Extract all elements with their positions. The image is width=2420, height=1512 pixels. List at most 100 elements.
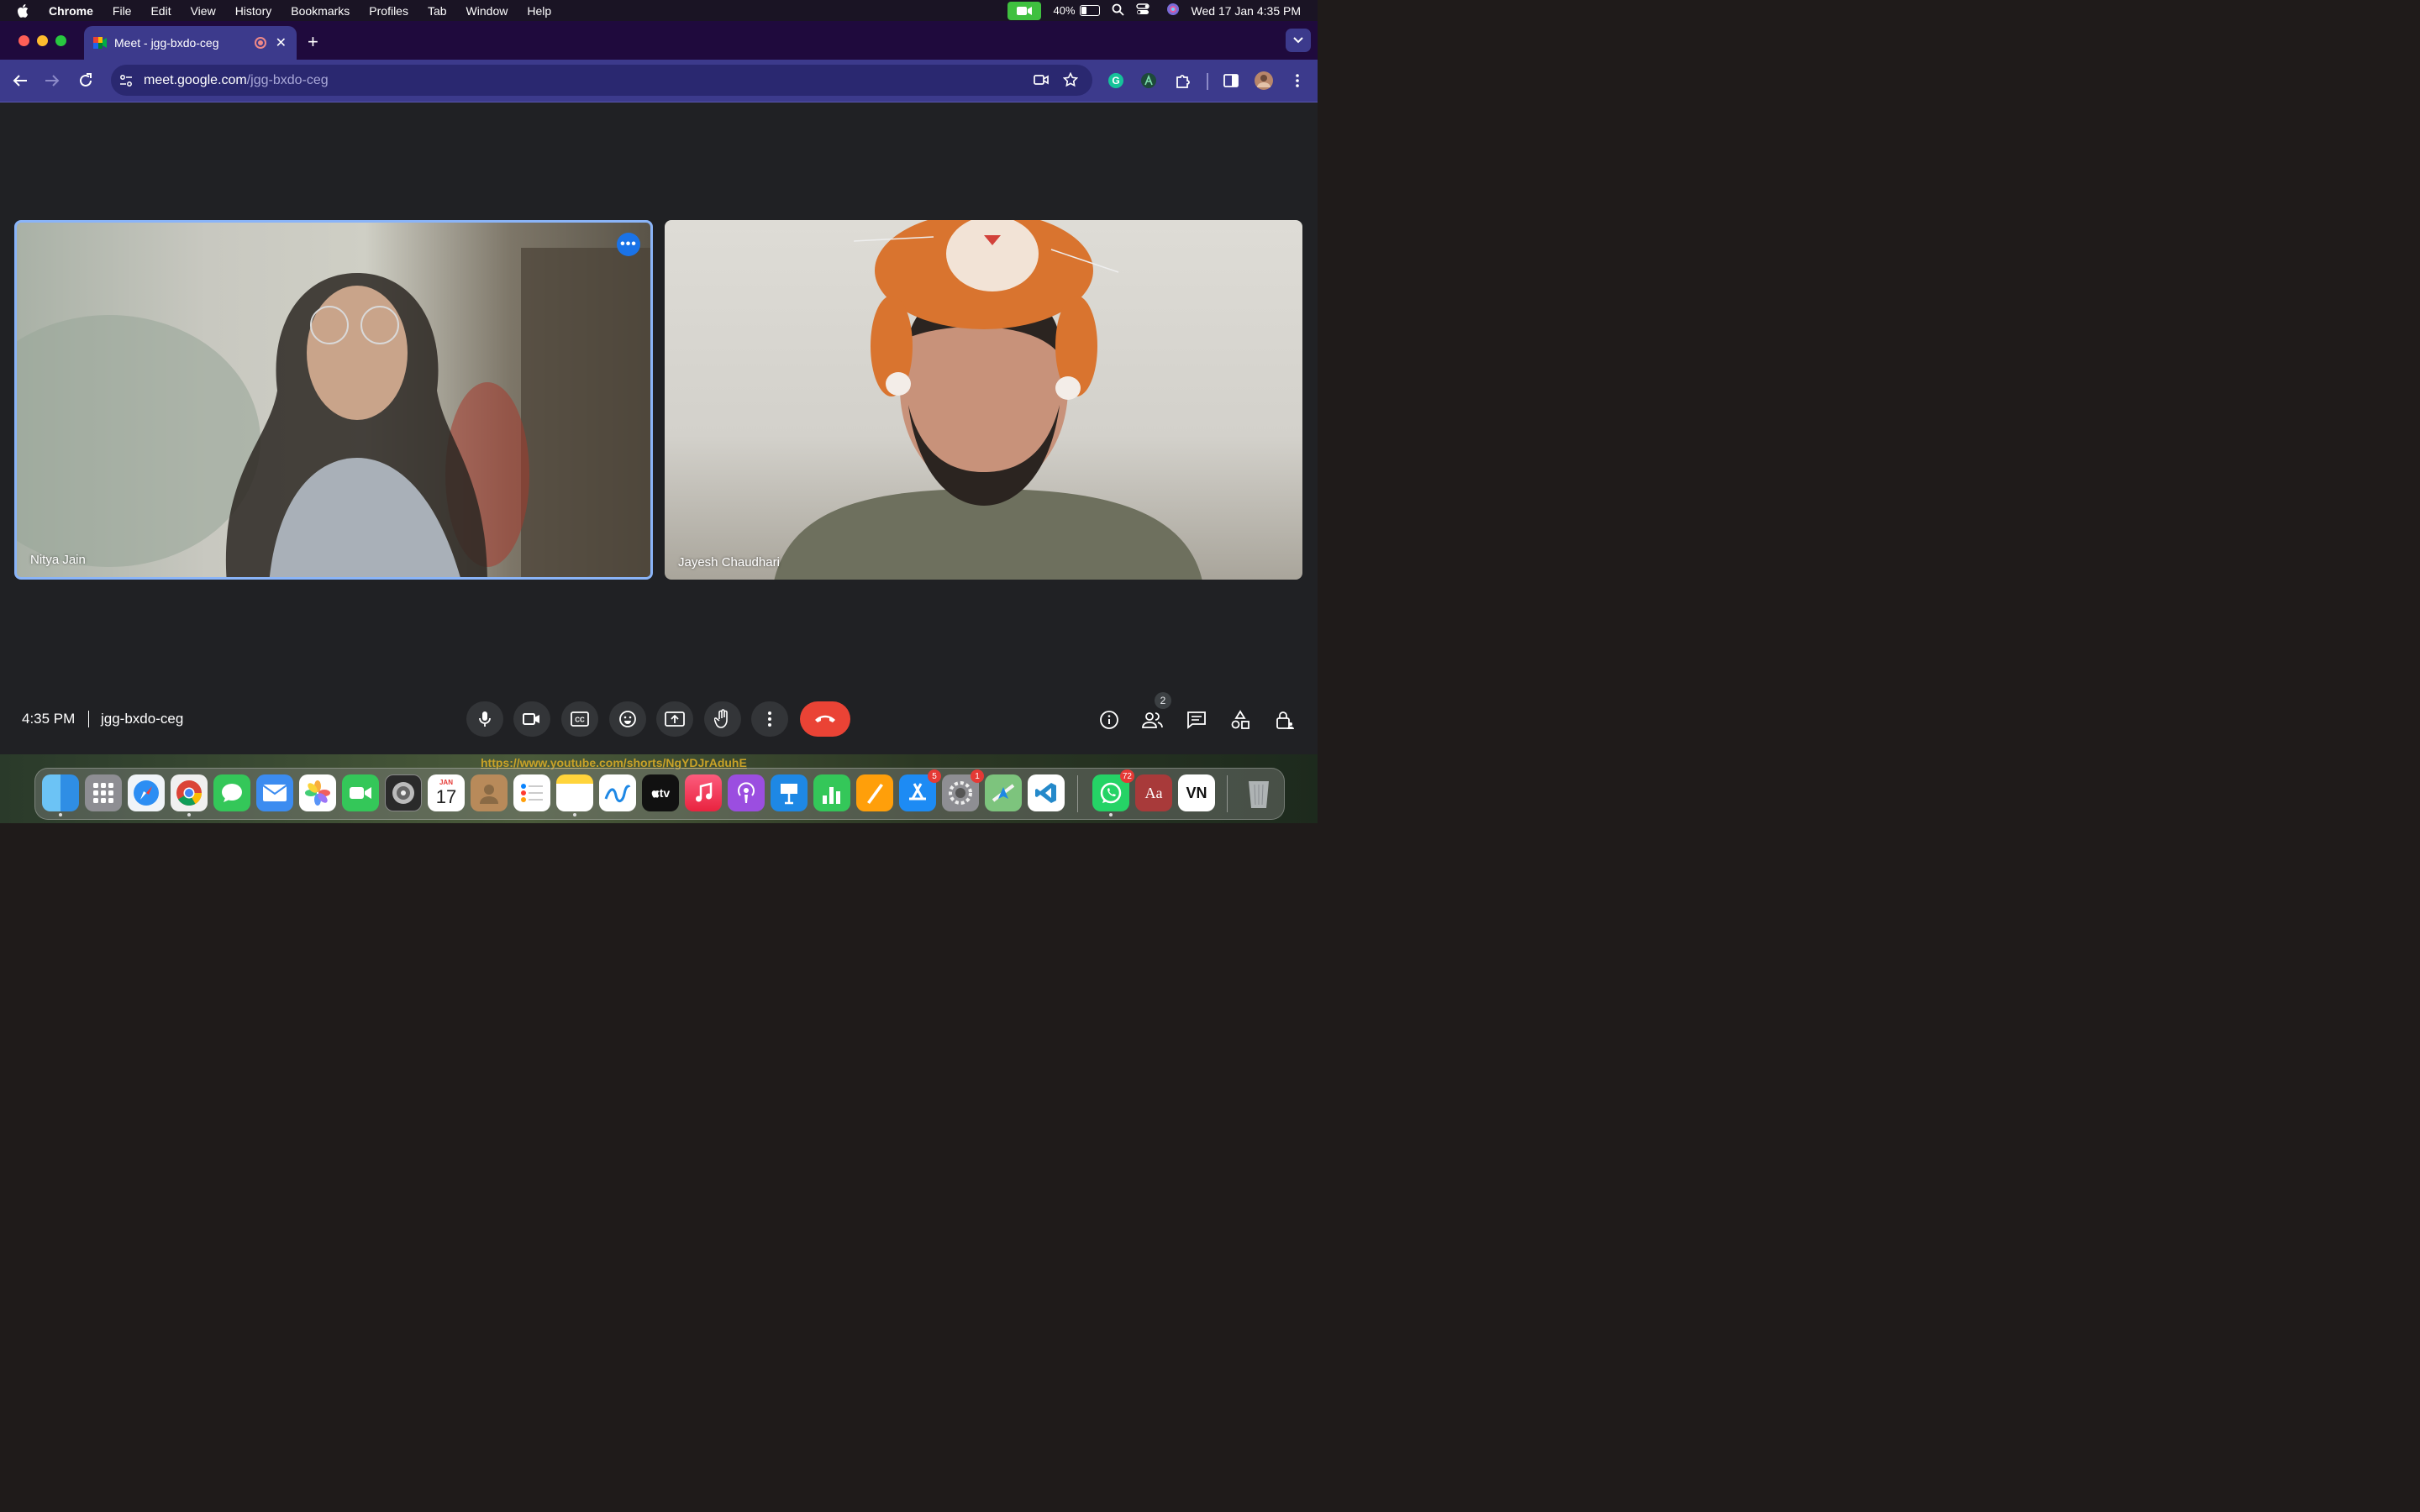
notes-icon[interactable] (556, 774, 593, 816)
menubar-datetime[interactable]: Wed 17 Jan 4:35 PM (1192, 4, 1301, 18)
meet-control-bar: 4:35 PM jgg-bxdo-ceg CC 2 (0, 692, 1318, 746)
menu-profiles[interactable]: Profiles (369, 4, 408, 18)
bookmark-star-icon[interactable] (1063, 72, 1078, 87)
meeting-details-button[interactable] (1097, 707, 1122, 732)
menu-bookmarks[interactable]: Bookmarks (291, 4, 350, 18)
participant-tile-jayesh[interactable]: Jayesh Chaudhari (665, 220, 1302, 580)
menu-history[interactable]: History (235, 4, 272, 18)
new-tab-icon[interactable]: + (308, 31, 318, 53)
participant-tile-nitya[interactable]: ••• Nitya Jain (14, 220, 653, 580)
chrome-menu-icon[interactable] (1287, 71, 1307, 91)
safari-icon[interactable] (128, 774, 165, 811)
compressor-icon[interactable] (385, 774, 422, 811)
svg-text:G: G (1112, 75, 1119, 87)
spotlight-search-icon[interactable] (1112, 3, 1124, 18)
facetime-icon[interactable] (342, 774, 379, 811)
back-arrow-icon[interactable] (10, 71, 30, 91)
camera-toggle-button[interactable] (513, 701, 550, 737)
menu-window[interactable]: Window (466, 4, 508, 18)
menu-tab[interactable]: Tab (428, 4, 447, 18)
apple-icon[interactable] (17, 3, 30, 18)
address-bar[interactable]: meet.google.com/jgg-bxdo-ceg (111, 65, 1092, 96)
side-panel-icon[interactable] (1221, 71, 1241, 91)
url-host: meet.google.com (144, 72, 247, 87)
microphone-icon (479, 711, 491, 727)
menu-help[interactable]: Help (527, 4, 551, 18)
close-tab-icon[interactable]: ✕ (276, 34, 287, 51)
captions-button[interactable]: CC (561, 701, 598, 737)
battery-status[interactable]: 40% (1053, 4, 1100, 17)
finder-icon[interactable] (42, 774, 79, 816)
dictionary-icon[interactable]: Aa (1135, 774, 1172, 811)
numbers-icon[interactable] (813, 774, 850, 811)
reload-icon[interactable] (76, 71, 96, 91)
notification-badge: 1 (971, 769, 984, 783)
control-center-icon[interactable] (1135, 3, 1155, 18)
apple-tv-icon[interactable]: tv (642, 774, 679, 811)
more-options-button[interactable] (751, 701, 788, 737)
host-controls-button[interactable] (1272, 707, 1297, 732)
camera-in-use-address-icon[interactable] (1034, 73, 1049, 87)
maps-icon[interactable] (985, 774, 1022, 811)
close-window-button[interactable] (18, 35, 29, 46)
people-button[interactable] (1140, 707, 1165, 732)
vn-video-editor-icon[interactable]: VN (1178, 774, 1215, 811)
contacts-icon[interactable] (471, 774, 508, 811)
raise-hand-button[interactable] (704, 701, 741, 737)
shapes-icon (1231, 710, 1249, 729)
recording-indicator-icon (255, 37, 266, 49)
video-camera-icon (523, 713, 539, 725)
vscode-icon[interactable] (1028, 774, 1065, 811)
minimize-window-button[interactable] (37, 35, 48, 46)
participant-name: Nitya Jain (30, 553, 86, 567)
calendar-icon[interactable]: JAN 17 (428, 774, 465, 811)
photos-icon[interactable] (299, 774, 336, 811)
site-info-icon[interactable] (119, 74, 133, 87)
reactions-button[interactable] (609, 701, 646, 737)
freeform-icon[interactable] (599, 774, 636, 811)
camera-in-use-icon[interactable] (1007, 1, 1042, 20)
leave-call-button[interactable] (800, 701, 850, 737)
pages-icon[interactable] (856, 774, 893, 811)
zoom-window-button[interactable] (55, 35, 66, 46)
grammarly-extension-icon[interactable]: G (1106, 71, 1126, 91)
browser-tab-meet[interactable]: Meet - jgg-bxdo-ceg ✕ (84, 26, 297, 60)
running-indicator (573, 813, 576, 816)
present-screen-button[interactable] (656, 701, 693, 737)
tab-title: Meet - jgg-bxdo-ceg (114, 36, 219, 50)
more-vert-icon (768, 711, 771, 727)
menu-view[interactable]: View (191, 4, 216, 18)
chrome-icon[interactable] (171, 774, 208, 816)
menu-file[interactable]: File (113, 4, 132, 18)
system-settings-icon[interactable]: 1 (942, 769, 984, 811)
messages-icon[interactable] (213, 774, 250, 811)
tile-more-options-button[interactable]: ••• (617, 233, 640, 256)
dock-divider (1227, 775, 1228, 812)
forward-arrow-icon[interactable] (42, 71, 62, 91)
calendar-day: 17 (435, 786, 457, 807)
running-indicator (187, 813, 191, 816)
menu-edit[interactable]: Edit (150, 4, 171, 18)
launchpad-icon[interactable] (85, 774, 122, 811)
podcasts-icon[interactable] (728, 774, 765, 811)
keynote-icon[interactable] (771, 774, 808, 811)
meeting-code[interactable]: jgg-bxdo-ceg (101, 711, 183, 727)
apple-tv-label: tv (659, 786, 671, 800)
tab-search-dropdown-icon[interactable] (1286, 29, 1311, 52)
microphone-toggle-button[interactable] (466, 701, 503, 737)
menu-app-name[interactable]: Chrome (49, 4, 93, 18)
chat-button[interactable] (1184, 707, 1209, 732)
app-store-icon[interactable]: 5 (899, 769, 941, 811)
mail-icon[interactable] (256, 774, 293, 811)
profile-avatar-icon[interactable] (1254, 71, 1274, 91)
music-icon[interactable] (685, 774, 722, 811)
participant-video-feed (774, 220, 1202, 580)
siri-icon[interactable] (1166, 3, 1180, 18)
toolbar-divider (1207, 73, 1208, 90)
activities-button[interactable] (1228, 707, 1253, 732)
extensions-puzzle-icon[interactable] (1173, 71, 1193, 91)
reminders-icon[interactable] (513, 774, 550, 811)
whatsapp-icon[interactable]: 72 (1092, 769, 1134, 816)
extension-a-icon[interactable] (1139, 71, 1159, 91)
trash-icon[interactable] (1240, 774, 1277, 811)
